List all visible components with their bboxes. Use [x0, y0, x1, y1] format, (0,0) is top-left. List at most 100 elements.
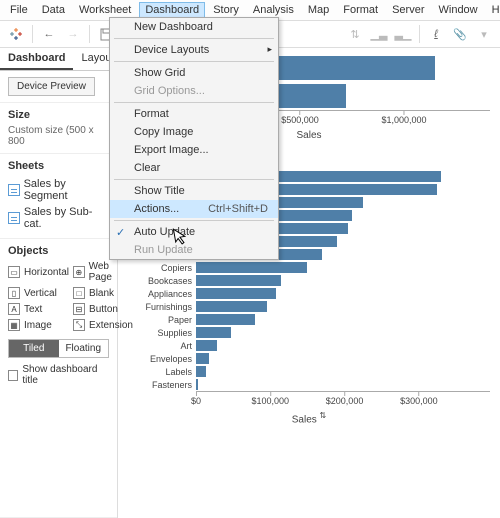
menu-server[interactable]: Server: [386, 2, 430, 18]
device-preview-button[interactable]: Device Preview: [8, 77, 95, 96]
bar-row[interactable]: Furnishings: [128, 300, 490, 313]
x-axis-label: Sales ⇅: [128, 411, 490, 425]
menu-worksheet[interactable]: Worksheet: [73, 2, 137, 18]
menu-file[interactable]: File: [4, 2, 34, 18]
bar[interactable]: [196, 262, 307, 273]
sheet-label: Sales by Sub-cat.: [24, 206, 109, 230]
axis-tick: $500,000: [281, 111, 319, 125]
bar-row[interactable]: Paper: [128, 313, 490, 326]
sheet-icon: [8, 184, 20, 196]
blank-icon: □: [73, 287, 85, 299]
menu-story[interactable]: Story: [207, 2, 245, 18]
sort-asc-icon[interactable]: ▁▃: [369, 24, 389, 44]
menu-map[interactable]: Map: [302, 2, 335, 18]
bar-row[interactable]: Bookcases: [128, 274, 490, 287]
horizontal-icon: ▭: [8, 266, 20, 278]
menu-data[interactable]: Data: [36, 2, 71, 18]
object-label: Horizontal: [24, 267, 69, 278]
bar-row[interactable]: Fasteners: [128, 378, 490, 391]
bar-row[interactable]: Copiers: [128, 261, 490, 274]
back-icon[interactable]: ←: [39, 24, 59, 44]
bar[interactable]: [196, 301, 267, 312]
bar[interactable]: [196, 288, 276, 299]
image-icon: ▦: [8, 319, 20, 331]
sort-desc-icon[interactable]: ▃▁: [393, 24, 413, 44]
x-axis: $0$100,000$200,000$300,000: [196, 391, 490, 409]
floating-option[interactable]: Floating: [59, 340, 109, 357]
button-icon: ⊟: [73, 303, 85, 315]
object-label: Blank: [89, 288, 114, 299]
objects-grid: ▭Horizontal⊕Web Page▯Vertical□BlankAText…: [8, 261, 109, 331]
dropdown-icon[interactable]: ▾: [474, 24, 494, 44]
size-value[interactable]: Custom size (500 x 800: [8, 125, 109, 147]
bar-label: Envelopes: [128, 354, 196, 364]
sheet-item[interactable]: Sales by Segment: [8, 176, 109, 204]
bar[interactable]: [196, 379, 198, 390]
size-heading: Size: [8, 109, 109, 121]
bar-row[interactable]: Labels: [128, 365, 490, 378]
object-horizontal[interactable]: ▭ Horizontal: [8, 261, 69, 283]
menu-item-device-layouts[interactable]: Device Layouts: [110, 41, 278, 59]
bar-row[interactable]: Art: [128, 339, 490, 352]
bar[interactable]: [196, 314, 255, 325]
bar-label: Supplies: [128, 328, 196, 338]
menu-item-auto-update[interactable]: Auto Update: [110, 223, 278, 241]
bar-label: Appliances: [128, 289, 196, 299]
menu-item-export-image-[interactable]: Export Image...: [110, 141, 278, 159]
axis-tick: $300,000: [400, 392, 438, 406]
objects-heading: Objects: [8, 245, 109, 257]
tiled-option[interactable]: Tiled: [9, 340, 59, 357]
menu-item-clear[interactable]: Clear: [110, 159, 278, 177]
axis-tick: $1,000,000: [381, 111, 426, 125]
menu-help[interactable]: Help: [486, 2, 500, 18]
object-image[interactable]: ▦ Image: [8, 319, 69, 331]
object-label: Vertical: [24, 288, 57, 299]
sidebar: Dashboard Layout Device Preview Size Cus…: [0, 48, 118, 518]
object-vertical[interactable]: ▯ Vertical: [8, 287, 69, 299]
object-label: Image: [24, 320, 52, 331]
menu-item-new-dashboard[interactable]: New Dashboard: [110, 18, 278, 36]
sheet-label: Sales by Segment: [24, 178, 109, 202]
menu-item-format[interactable]: Format: [110, 105, 278, 123]
bar-row[interactable]: Supplies: [128, 326, 490, 339]
bar[interactable]: [196, 366, 206, 377]
show-title-checkbox-row[interactable]: Show dashboard title: [8, 364, 109, 386]
menu-window[interactable]: Window: [433, 2, 484, 18]
forward-icon[interactable]: →: [63, 24, 83, 44]
bar[interactable]: [196, 340, 217, 351]
object-label: Text: [24, 304, 42, 315]
bar[interactable]: [196, 275, 281, 286]
attach-icon[interactable]: 📎: [450, 24, 470, 44]
menu-item-copy-image[interactable]: Copy Image: [110, 123, 278, 141]
bar-label: Fasteners: [128, 380, 196, 390]
bar-label: Labels: [128, 367, 196, 377]
bar[interactable]: [196, 353, 209, 364]
bar-row[interactable]: Appliances: [128, 287, 490, 300]
axis-tick: $0: [191, 392, 201, 406]
tiled-floating-toggle[interactable]: Tiled Floating: [8, 339, 109, 358]
menu-item-show-grid[interactable]: Show Grid: [110, 64, 278, 82]
menu-analysis[interactable]: Analysis: [247, 2, 300, 18]
vertical-icon: ▯: [8, 287, 20, 299]
sidebar-tabs: Dashboard Layout: [0, 48, 117, 71]
bar-label: Paper: [128, 315, 196, 325]
bar-row[interactable]: Envelopes: [128, 352, 490, 365]
bar-label: Art: [128, 341, 196, 351]
show-title-label: Show dashboard title: [22, 364, 109, 386]
bar-label: Bookcases: [128, 276, 196, 286]
sheets-heading: Sheets: [8, 160, 109, 172]
bar[interactable]: [196, 327, 231, 338]
menu-item-grid-options-: Grid Options...: [110, 82, 278, 100]
sheet-item[interactable]: Sales by Sub-cat.: [8, 204, 109, 232]
menu-item-actions-[interactable]: Actions...Ctrl+Shift+D: [110, 200, 278, 218]
menu-dashboard[interactable]: Dashboard: [139, 2, 205, 18]
object-text[interactable]: AText: [8, 303, 69, 315]
swap-icon[interactable]: ⇅: [345, 24, 365, 44]
highlight-icon[interactable]: ℓ: [426, 24, 446, 44]
webpage-icon: ⊕: [73, 266, 85, 278]
sort-indicator-icon[interactable]: ⇅: [320, 411, 327, 420]
tab-dashboard[interactable]: Dashboard: [0, 48, 73, 70]
checkbox-icon[interactable]: [8, 370, 18, 381]
menu-format[interactable]: Format: [337, 2, 384, 18]
menu-item-show-title[interactable]: Show Title: [110, 182, 278, 200]
